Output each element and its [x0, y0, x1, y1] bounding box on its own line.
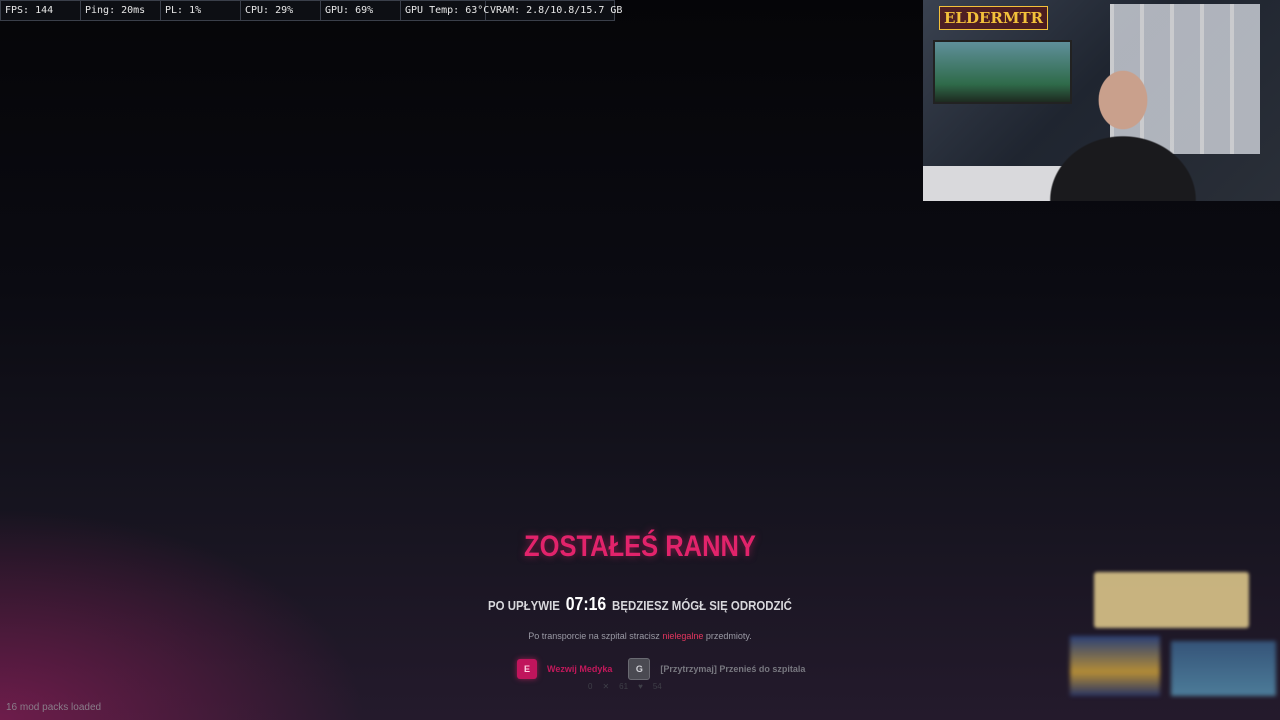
ping-stat: Ping: 20ms — [81, 1, 161, 20]
mod-packs-status: 16 mod packs loaded — [6, 702, 102, 713]
status-row: 0 ✕ 61 ♥ 54 — [588, 682, 672, 691]
fps-stat: FPS: 144 — [1, 1, 81, 20]
vram-stat: VRAM: 2.8/10.8/15.7 GB — [490, 5, 623, 16]
overlay-banner — [1094, 572, 1249, 628]
overlay-panel-right — [1171, 641, 1276, 696]
overlay-panel-left — [1070, 636, 1160, 696]
respawn-timer: 07:16 — [565, 594, 607, 614]
status-value-2: 61 — [619, 682, 629, 691]
death-actions: E Wezwij Medyka G [Przytrzymaj] Przenieś… — [517, 658, 821, 680]
performance-stats-bar: FPS: 144 Ping: 20ms PL: 1% CPU: 29% GPU:… — [0, 0, 623, 21]
cpu-stat: CPU: 29% — [241, 1, 321, 20]
gpu-stat: GPU: 69% — [321, 1, 401, 20]
transport-illegal-word: nielegalne — [662, 631, 704, 641]
respawn-timer-line: PO UPŁYWIE 07:16 BĘDZIESZ MÓGŁ SIĘ ODROD… — [77, 594, 1203, 615]
call-medic-key[interactable]: E — [517, 659, 537, 679]
crossed-tools-icon: ✕ — [602, 682, 610, 691]
move-to-hospital-key[interactable]: G — [628, 658, 651, 680]
move-to-hospital-label[interactable]: [Przytrzymaj] Przenieś do szpitala — [660, 664, 805, 674]
packet-loss-stat: PL: 1% — [161, 1, 241, 20]
webcam-overlay: ELDERMTR — [923, 0, 1280, 201]
status-value-3: 54 — [652, 682, 662, 691]
webcam-streamer — [1043, 60, 1203, 201]
transport-prefix: Po transporcie na szpital stracisz — [528, 631, 660, 641]
streamer-logo: ELDERMTR — [939, 6, 1049, 30]
stream-overlay-widget — [1066, 566, 1280, 720]
webcam-desk — [923, 166, 1063, 201]
transport-suffix: przedmioty. — [705, 631, 752, 641]
respawn-suffix: BĘDZIESZ MÓGŁ SIĘ ODRODZIĆ — [612, 598, 792, 613]
status-value-1: 0 — [588, 682, 593, 691]
call-medic-label[interactable]: Wezwij Medyka — [547, 664, 612, 674]
heart-icon: ♥ — [638, 682, 643, 691]
gpu-temp-stat: GPU Temp: 63°C — [401, 1, 489, 20]
respawn-prefix: PO UPŁYWIE — [488, 598, 560, 613]
wounded-title: ZOSTAŁEŚ RANNY — [524, 530, 756, 563]
